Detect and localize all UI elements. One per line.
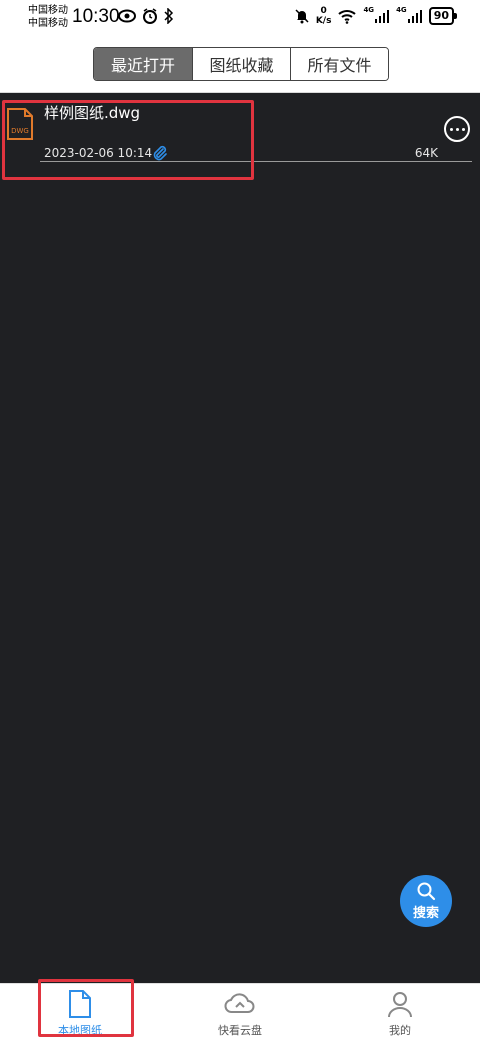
tab-recent[interactable]: 最近打开 xyxy=(94,48,192,80)
nav-cloud-drive[interactable]: 快看云盘 xyxy=(160,984,320,1040)
net-speed-value: 0 xyxy=(320,6,327,16)
highlight-box-file xyxy=(2,100,254,180)
tab-all-files[interactable]: 所有文件 xyxy=(290,48,388,80)
eye-icon xyxy=(118,9,136,23)
signal-type-2: 4G xyxy=(396,6,407,14)
nav-label-profile: 我的 xyxy=(389,1024,411,1037)
status-bar: 中国移动 中国移动 10:30 0 K/s 4G 4G 90 xyxy=(0,0,480,36)
more-options-button[interactable] xyxy=(444,116,470,142)
alarm-icon xyxy=(143,8,157,24)
search-button-label: 搜索 xyxy=(412,906,439,921)
clock: 10:30 xyxy=(72,6,120,27)
person-icon xyxy=(388,992,412,1018)
signal-type-1: 4G xyxy=(363,6,375,14)
status-icons-left xyxy=(118,8,174,24)
net-speed: 0 K/s xyxy=(316,6,332,26)
search-button[interactable]: 搜索 xyxy=(400,875,452,927)
cloud-icon xyxy=(224,993,255,1013)
carrier-2: 中国移动 xyxy=(28,18,68,29)
more-dot xyxy=(461,127,465,131)
file-size: 64K xyxy=(414,146,438,160)
segmented-tabs: 最近打开 图纸收藏 所有文件 xyxy=(93,47,389,81)
more-dot xyxy=(449,127,453,131)
search-icon xyxy=(417,882,436,901)
net-speed-unit: K/s xyxy=(315,16,332,26)
bluetooth-icon xyxy=(164,8,174,24)
tab-favorites[interactable]: 图纸收藏 xyxy=(192,48,290,80)
more-dot xyxy=(455,127,459,131)
carrier-1: 中国移动 xyxy=(28,5,68,16)
nav-profile[interactable]: 我的 xyxy=(320,984,480,1040)
wifi-icon xyxy=(338,10,357,24)
status-icons-right: 0 K/s 4G 4G 90 xyxy=(294,6,458,26)
mute-bell-icon xyxy=(295,9,309,24)
signal-icon-1 xyxy=(375,10,390,23)
tab-header: 最近打开 图纸收藏 所有文件 xyxy=(0,36,480,93)
highlight-box-nav xyxy=(38,979,134,1037)
signal-icon-2 xyxy=(407,10,422,23)
battery-indicator: 90 xyxy=(428,7,458,25)
carrier-info: 中国移动 中国移动 xyxy=(28,4,68,30)
nav-label-cloud: 快看云盘 xyxy=(218,1024,262,1037)
